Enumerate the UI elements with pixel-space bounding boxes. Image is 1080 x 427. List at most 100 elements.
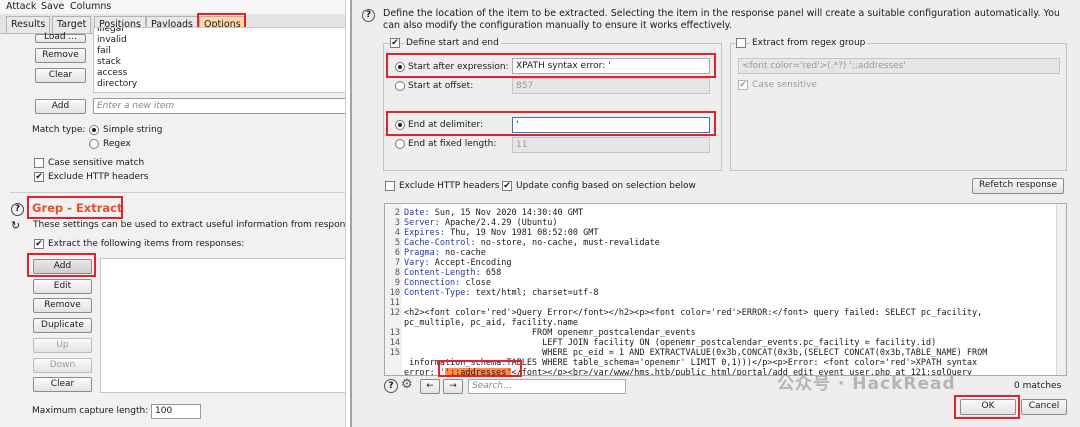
remove-button[interactable]: Remove	[35, 48, 86, 63]
regex-group-checkbox[interactable]	[736, 38, 746, 48]
line-number: 13	[389, 328, 400, 338]
menu-save[interactable]: Save	[41, 1, 64, 12]
tab-target[interactable]: Target	[52, 16, 92, 33]
response-header-line: Content-Type: text/html; charset=utf-8	[404, 288, 598, 298]
line-number: 9	[394, 278, 400, 288]
menu-columns[interactable]: Columns	[70, 1, 111, 12]
header-key: Content-Length:	[404, 268, 481, 278]
line-number: 11	[389, 298, 400, 308]
tab-results[interactable]: Results	[6, 16, 51, 33]
response-line-15a: WHERE pc_eid = 1 AND EXTRACTVALUE(0x3b,C…	[404, 348, 988, 358]
highlight-grep-extract	[27, 196, 123, 219]
define-start-end-checkbox[interactable]: ✔	[390, 38, 400, 48]
end-fixed-input[interactable]: 11	[512, 137, 710, 153]
regex-input[interactable]: <font color='red'>(.*?) ';;addresses'	[738, 58, 1060, 74]
highlight-add-button	[27, 253, 96, 277]
start-offset-input[interactable]: 857	[512, 78, 710, 94]
extract-edit-button[interactable]: Edit	[33, 279, 92, 294]
line-number: 4	[394, 228, 400, 238]
help-icon[interactable]: ?	[362, 9, 375, 22]
end-fixed-label: End at fixed length:	[408, 139, 497, 149]
response-scrollbar[interactable]	[1056, 204, 1066, 375]
end-fixed-radio[interactable]	[395, 139, 405, 149]
regex-radio[interactable]	[89, 139, 99, 149]
regex-label: Regex	[103, 139, 131, 149]
line-number: 15	[389, 348, 400, 358]
define-start-end-label: Define start and end	[404, 38, 501, 48]
response-line-12b: pc_multiple, pc_aid, facility.name	[404, 318, 578, 328]
list-item[interactable]: stack	[94, 57, 345, 68]
response-header-line: Date: Sun, 15 Nov 2020 14:30:40 GMT	[404, 208, 583, 218]
grep-match-list[interactable]: illegal invalid fail stack access direct…	[93, 27, 345, 93]
header-key: Vary:	[404, 258, 430, 268]
header-key: Cache-Control:	[404, 238, 476, 248]
start-offset-label: Start at offset:	[408, 81, 474, 91]
regex-case-label: Case sensitive	[752, 80, 817, 90]
header-value: Sun, 15 Nov 2020 14:30:40 GMT	[429, 208, 584, 218]
new-item-input[interactable]: Enter a new item	[93, 98, 345, 114]
watermark-text: 公众号 · HackRead	[777, 374, 956, 394]
cancel-button[interactable]: Cancel	[1021, 399, 1067, 415]
header-key: Date:	[404, 208, 430, 218]
extract-items-list[interactable]	[100, 258, 345, 393]
prev-match-button[interactable]: ←	[420, 379, 440, 394]
help-icon[interactable]: ?	[384, 379, 398, 393]
list-item[interactable]: invalid	[94, 35, 345, 46]
line-number: 2	[394, 208, 400, 218]
header-value: Apache/2.4.29 (Ubuntu)	[439, 218, 558, 228]
simple-string-radio[interactable]	[89, 125, 99, 135]
header-key: Content-Type:	[404, 288, 471, 298]
extract-items-checkbox[interactable]: ✔	[34, 239, 44, 249]
exclude-headers-checkbox[interactable]: ✔	[34, 172, 44, 182]
update-config-checkbox[interactable]: ✔	[502, 181, 512, 191]
line-number: 10	[389, 288, 400, 298]
exclude-headers-label: Exclude HTTP headers	[399, 181, 500, 191]
case-sensitive-checkbox[interactable]	[34, 158, 44, 168]
intruder-options-panel: Attack Save Columns Results Target Posit…	[0, 0, 346, 427]
search-input[interactable]: Search...	[468, 379, 626, 394]
dialog-description: Define the location of the item to be ex…	[383, 8, 1060, 31]
help-icon[interactable]: ?	[11, 203, 24, 216]
response-header-line: Pragma: no-cache	[404, 248, 486, 258]
extract-remove-button[interactable]: Remove	[33, 298, 92, 313]
start-offset-radio[interactable]	[395, 81, 405, 91]
next-match-button[interactable]: →	[443, 379, 463, 394]
response-header-line: Cache-Control: no-store, no-cache, must-…	[404, 238, 660, 248]
add-item-button[interactable]: Add	[35, 99, 86, 114]
clear-button[interactable]: Clear	[35, 68, 86, 83]
header-value: Accept-Encoding	[429, 258, 512, 268]
header-value: no-store, no-cache, must-revalidate	[475, 238, 660, 248]
list-item[interactable]: access	[94, 68, 345, 79]
gear-icon[interactable]: ⚙	[401, 377, 413, 393]
exclude-headers-checkbox[interactable]	[385, 181, 395, 191]
extract-down-button[interactable]: Down	[33, 358, 92, 373]
header-key: Server:	[404, 218, 440, 228]
extract-up-button[interactable]: Up	[33, 338, 92, 353]
regex-group-label: Extract from regex group	[750, 38, 868, 48]
list-item[interactable]: illegal	[94, 28, 345, 35]
response-line-13: FROM openemr_postcalendar_events	[404, 328, 696, 338]
refetch-response-button[interactable]: Refetch response	[972, 178, 1064, 194]
max-capture-input[interactable]: 100	[151, 404, 201, 419]
list-item[interactable]: directory	[94, 79, 345, 90]
load-button[interactable]: Load ...	[35, 33, 86, 43]
match-type-label: Match type:	[32, 125, 86, 135]
response-header-line: Server: Apache/2.4.29 (Ubuntu)	[404, 218, 558, 228]
header-key: Pragma:	[404, 248, 440, 258]
menu-bar: Attack Save Columns	[0, 0, 345, 14]
exclude-headers-label: Exclude HTTP headers	[48, 172, 149, 182]
header-value: text/html; charset=utf-8	[470, 288, 599, 298]
extract-clear-button[interactable]: Clear	[33, 377, 92, 392]
regex-case-checkbox[interactable]: ✔	[738, 80, 748, 90]
response-viewer[interactable]: 12 <h2><font color='red'>Query Error</fo…	[384, 203, 1067, 376]
section-divider	[10, 192, 345, 193]
line-number: 6	[394, 248, 400, 258]
case-sensitive-label: Case sensitive match	[48, 158, 145, 168]
response-header-line: Connection: close	[404, 278, 491, 288]
extract-duplicate-button[interactable]: Duplicate	[33, 318, 92, 333]
line-number: 5	[394, 238, 400, 248]
simple-string-label: Simple string	[103, 125, 163, 135]
menu-attack[interactable]: Attack	[6, 1, 36, 12]
line-number: 12	[389, 308, 400, 318]
list-item[interactable]: fail	[94, 46, 345, 57]
